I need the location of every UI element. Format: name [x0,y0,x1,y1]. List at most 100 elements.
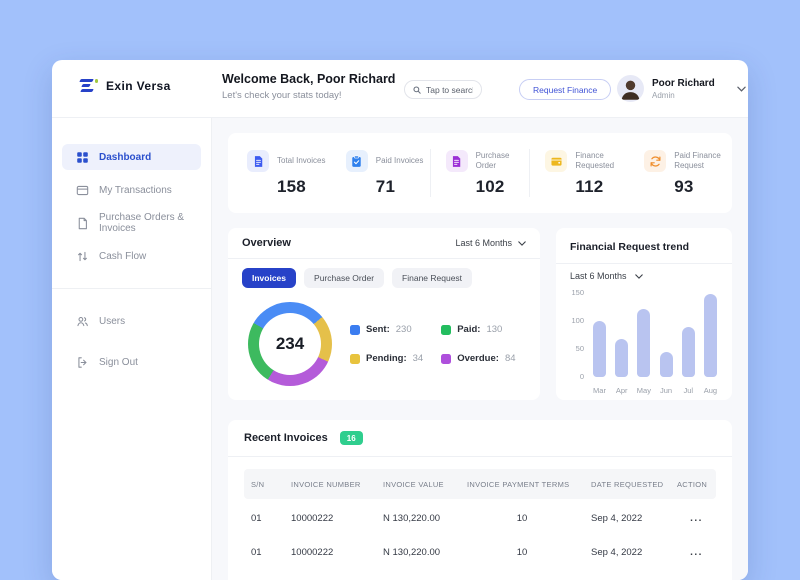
recent-invoices-card: Recent Invoices 16 S/NINVOICE NUMBERINVO… [228,420,732,580]
sidebar-item-label: Users [99,316,125,327]
sidebar-item-my-transactions[interactable]: My Transactions [62,177,201,203]
overview-title: Overview [242,237,291,249]
brand-logo-icon [80,78,98,94]
legend-value: 84 [505,353,516,364]
trend-bar-chart: MarAprMayJunJulAug 050100150 [566,285,722,397]
invoice-icon [247,150,269,172]
legend-swatch [350,325,360,335]
stat-paid-invoices: Paid Invoices71 [331,149,430,197]
sidebar-item-dashboard[interactable]: Dashboard [62,144,201,170]
cell-invoice-number: 10000222 [284,513,376,524]
legend-value: 34 [413,353,424,364]
stat-value: 71 [376,177,430,197]
y-tick-label: 150 [566,288,584,297]
cell-invoice-number: 10000222 [284,547,376,558]
invoices-table-header: S/NINVOICE NUMBERINVOICE VALUEINVOICE PA… [244,469,716,499]
bar-mar [592,321,607,377]
legend-overdue: Overdue: 84 [441,353,515,364]
app-window: Exin Versa Welcome Back, Poor Richard Le… [52,60,748,580]
tab-finane-request[interactable]: Finane Request [392,268,472,288]
chevron-down-icon[interactable] [737,86,746,92]
search-icon [413,86,421,94]
top-bar: Exin Versa Welcome Back, Poor Richard Le… [52,60,748,118]
purchase-order-icon [446,150,468,172]
sidebar-item-label: Dashboard [99,152,151,163]
row-actions-button[interactable]: ... [670,547,716,558]
invoices-table-body: 0110000222N 130,220.0010Sep 4, 2022... 01… [244,504,716,567]
overview-card: Overview Last 6 Months Invoices Purchase … [228,228,540,400]
bar-aug [703,294,718,377]
stat-label: Total Invoices [277,156,325,166]
legend-swatch [441,325,451,335]
x-tick-label: Mar [592,386,607,395]
column-header-invoice-number: INVOICE NUMBER [284,480,376,489]
users-icon [76,315,89,328]
table-row: 0110000222N 130,220.0010Sep 4, 2022... [244,504,716,533]
donut-row: 234 Sent:230Paid:130Pending:34Overdue:84 [228,293,540,386]
y-tick-label: 0 [566,372,584,381]
stat-total-invoices: Total Invoices158 [232,149,331,197]
legend-label: Paid: [457,324,480,335]
cell-sn: 01 [244,547,284,558]
invoices-table: S/NINVOICE NUMBERINVOICE VALUEINVOICE PA… [244,469,716,567]
legend-label: Overdue: [457,353,499,364]
bar-x-labels: MarAprMayJunJulAug [592,386,718,395]
chevron-down-icon [635,274,643,279]
cell-invoice-value: N 130,220.00 [376,513,460,524]
sidebar: Dashboard My Transactions Purchase Orders … [52,118,212,580]
main-content: Total Invoices158Paid Invoices71Purchase… [212,118,748,580]
legend-label: Sent: [366,324,390,335]
user-menu[interactable]: Poor Richard Admin [617,75,746,102]
legend-value: 230 [396,324,412,335]
purchase-orders-icon [76,217,89,230]
row-actions-button[interactable]: ... [670,513,716,524]
transactions-icon [76,184,89,197]
stat-label: Purchase Order [476,151,530,171]
x-tick-label: Jun [659,386,674,395]
legend-label: Pending: [366,353,407,364]
bar-jun [659,352,674,377]
x-tick-label: Jul [681,386,696,395]
search-box[interactable] [404,80,482,99]
overview-period-select[interactable]: Last 6 Months [455,238,526,248]
trend-header: Financial Request trend [556,228,732,264]
y-tick-label: 100 [566,316,584,325]
cell-date-requested: Sep 4, 2022 [584,513,670,524]
column-header-invoice-value: INVOICE VALUE [376,480,460,489]
search-input[interactable] [426,85,473,95]
paid-finance-icon [644,150,666,172]
welcome-block: Welcome Back, Poor Richard Let's check y… [222,72,395,101]
user-role: Admin [652,91,715,100]
sidebar-item-label: Purchase Orders & Invoices [99,212,197,234]
sidebar-item-users[interactable]: Users [62,308,201,334]
sidebar-item-cash-flow[interactable]: Cash Flow [62,243,201,269]
x-tick-label: May [636,386,651,395]
column-header-action: ACTION [670,480,716,489]
trend-period-select[interactable]: Last 6 Months [570,271,718,281]
welcome-title: Welcome Back, Poor Richard [222,72,395,86]
brand-logo[interactable]: Exin Versa [80,78,171,94]
legend-sent: Sent: 230 [350,324,423,335]
sidebar-divider [52,288,211,289]
column-header-date-requested: DATE REQUESTED [584,480,670,489]
sidebar-secondary-nav: Users Sign Out [52,308,211,375]
sidebar-primary-nav: Dashboard My Transactions Purchase Orders … [52,144,211,269]
tab-invoices[interactable]: Invoices [242,268,296,288]
finance-requested-icon [545,150,567,172]
x-tick-label: Aug [703,386,718,395]
bar-may [636,309,651,377]
bar-apr [614,339,629,377]
invoices-donut-chart: 234 [248,302,332,386]
brand-name: Exin Versa [106,79,171,93]
y-tick-label: 50 [566,344,584,353]
recent-invoices-header: Recent Invoices 16 [228,420,732,457]
tab-purchase-order[interactable]: Purchase Order [304,268,384,288]
stat-purchase-order: Purchase Order102 [430,149,530,197]
stat-label: Paid Finance Request [674,151,728,171]
sidebar-item-purchase-orders-invoices[interactable]: Purchase Orders & Invoices [62,210,201,236]
request-finance-button[interactable]: Request Finance [519,79,611,100]
donut-legend: Sent:230Paid:130Pending:34Overdue:84 [350,324,516,364]
sidebar-item-sign-out[interactable]: Sign Out [62,349,201,375]
legend-pending: Pending: 34 [350,353,423,364]
trend-period-value: Last 6 Months [570,271,627,281]
